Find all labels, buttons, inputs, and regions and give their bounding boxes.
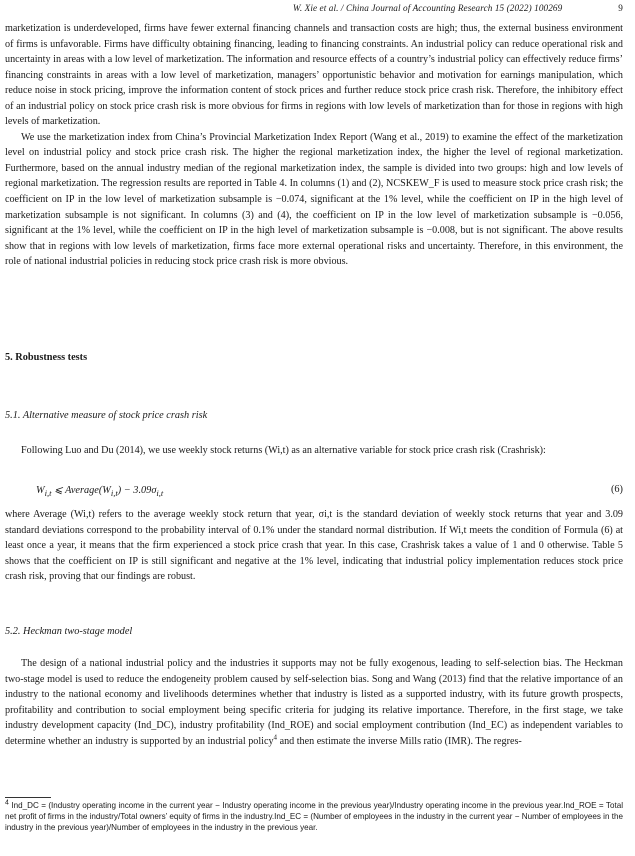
paragraph-5-tail: and then estimate the inverse Mills rati…	[279, 735, 522, 747]
paragraph-3: Following Luo and Du (2014), we use week…	[21, 445, 546, 456]
footnote-marker: 4	[5, 799, 9, 807]
equation-operator: ⩽	[54, 485, 63, 496]
running-head: W. Xie et al. / China Journal of Account…	[250, 3, 623, 13]
paragraph-alt-measure-intro: Following Luo and Du (2014), we use week…	[5, 443, 623, 459]
journal-citation: W. Xie et al. / China Journal of Account…	[292, 3, 563, 13]
paragraph-heckman: The design of a national industrial poli…	[5, 656, 623, 749]
section-heading-robustness: 5. Robustness tests	[5, 352, 88, 363]
equation-number: (6)	[610, 484, 623, 495]
equation-sub-3: i,t	[156, 488, 164, 499]
equation-sub-2: i,t	[110, 488, 118, 499]
paragraph-alt-measure-explanation: where Average (Wi,t) refers to the avera…	[5, 507, 623, 585]
paragraph-marketization: marketization is underdeveloped, firms h…	[5, 21, 623, 270]
subsection-heading-heckman: 5.2. Heckman two-stage model	[5, 626, 133, 637]
paper-page: W. Xie et al. / China Journal of Account…	[0, 0, 635, 856]
equation-sub-1: i,t	[44, 488, 52, 499]
equation-6: Wi,t ⩽ Average(Wi,t) − 3.09σi,t (6)	[36, 484, 623, 498]
paragraph-2: We use the marketization index from Chin…	[5, 131, 623, 268]
page-number: 9	[618, 3, 623, 13]
paragraph-5: The design of a national industrial poli…	[5, 656, 623, 749]
footnote-text: Ind_DC = (Industry operating income in t…	[5, 801, 624, 833]
footnote-ref-4[interactable]: 4	[274, 733, 278, 741]
paragraph-1: marketization is underdeveloped, firms h…	[5, 23, 623, 128]
paragraph-4: where Average (Wi,t) refers to the avera…	[5, 509, 623, 583]
equation-average: Average(W	[65, 485, 111, 496]
paragraph-5-text: The design of a national industrial poli…	[5, 658, 623, 747]
equation-minus: ) − 3.09σ	[117, 485, 157, 496]
subsection-heading-alternative-measure: 5.1. Alternative measure of stock price …	[5, 410, 208, 421]
footnote-rule	[5, 797, 51, 798]
equation-lhs: W	[36, 485, 45, 496]
footnote-4: 4 Ind_DC = (Industry operating income in…	[5, 799, 624, 834]
